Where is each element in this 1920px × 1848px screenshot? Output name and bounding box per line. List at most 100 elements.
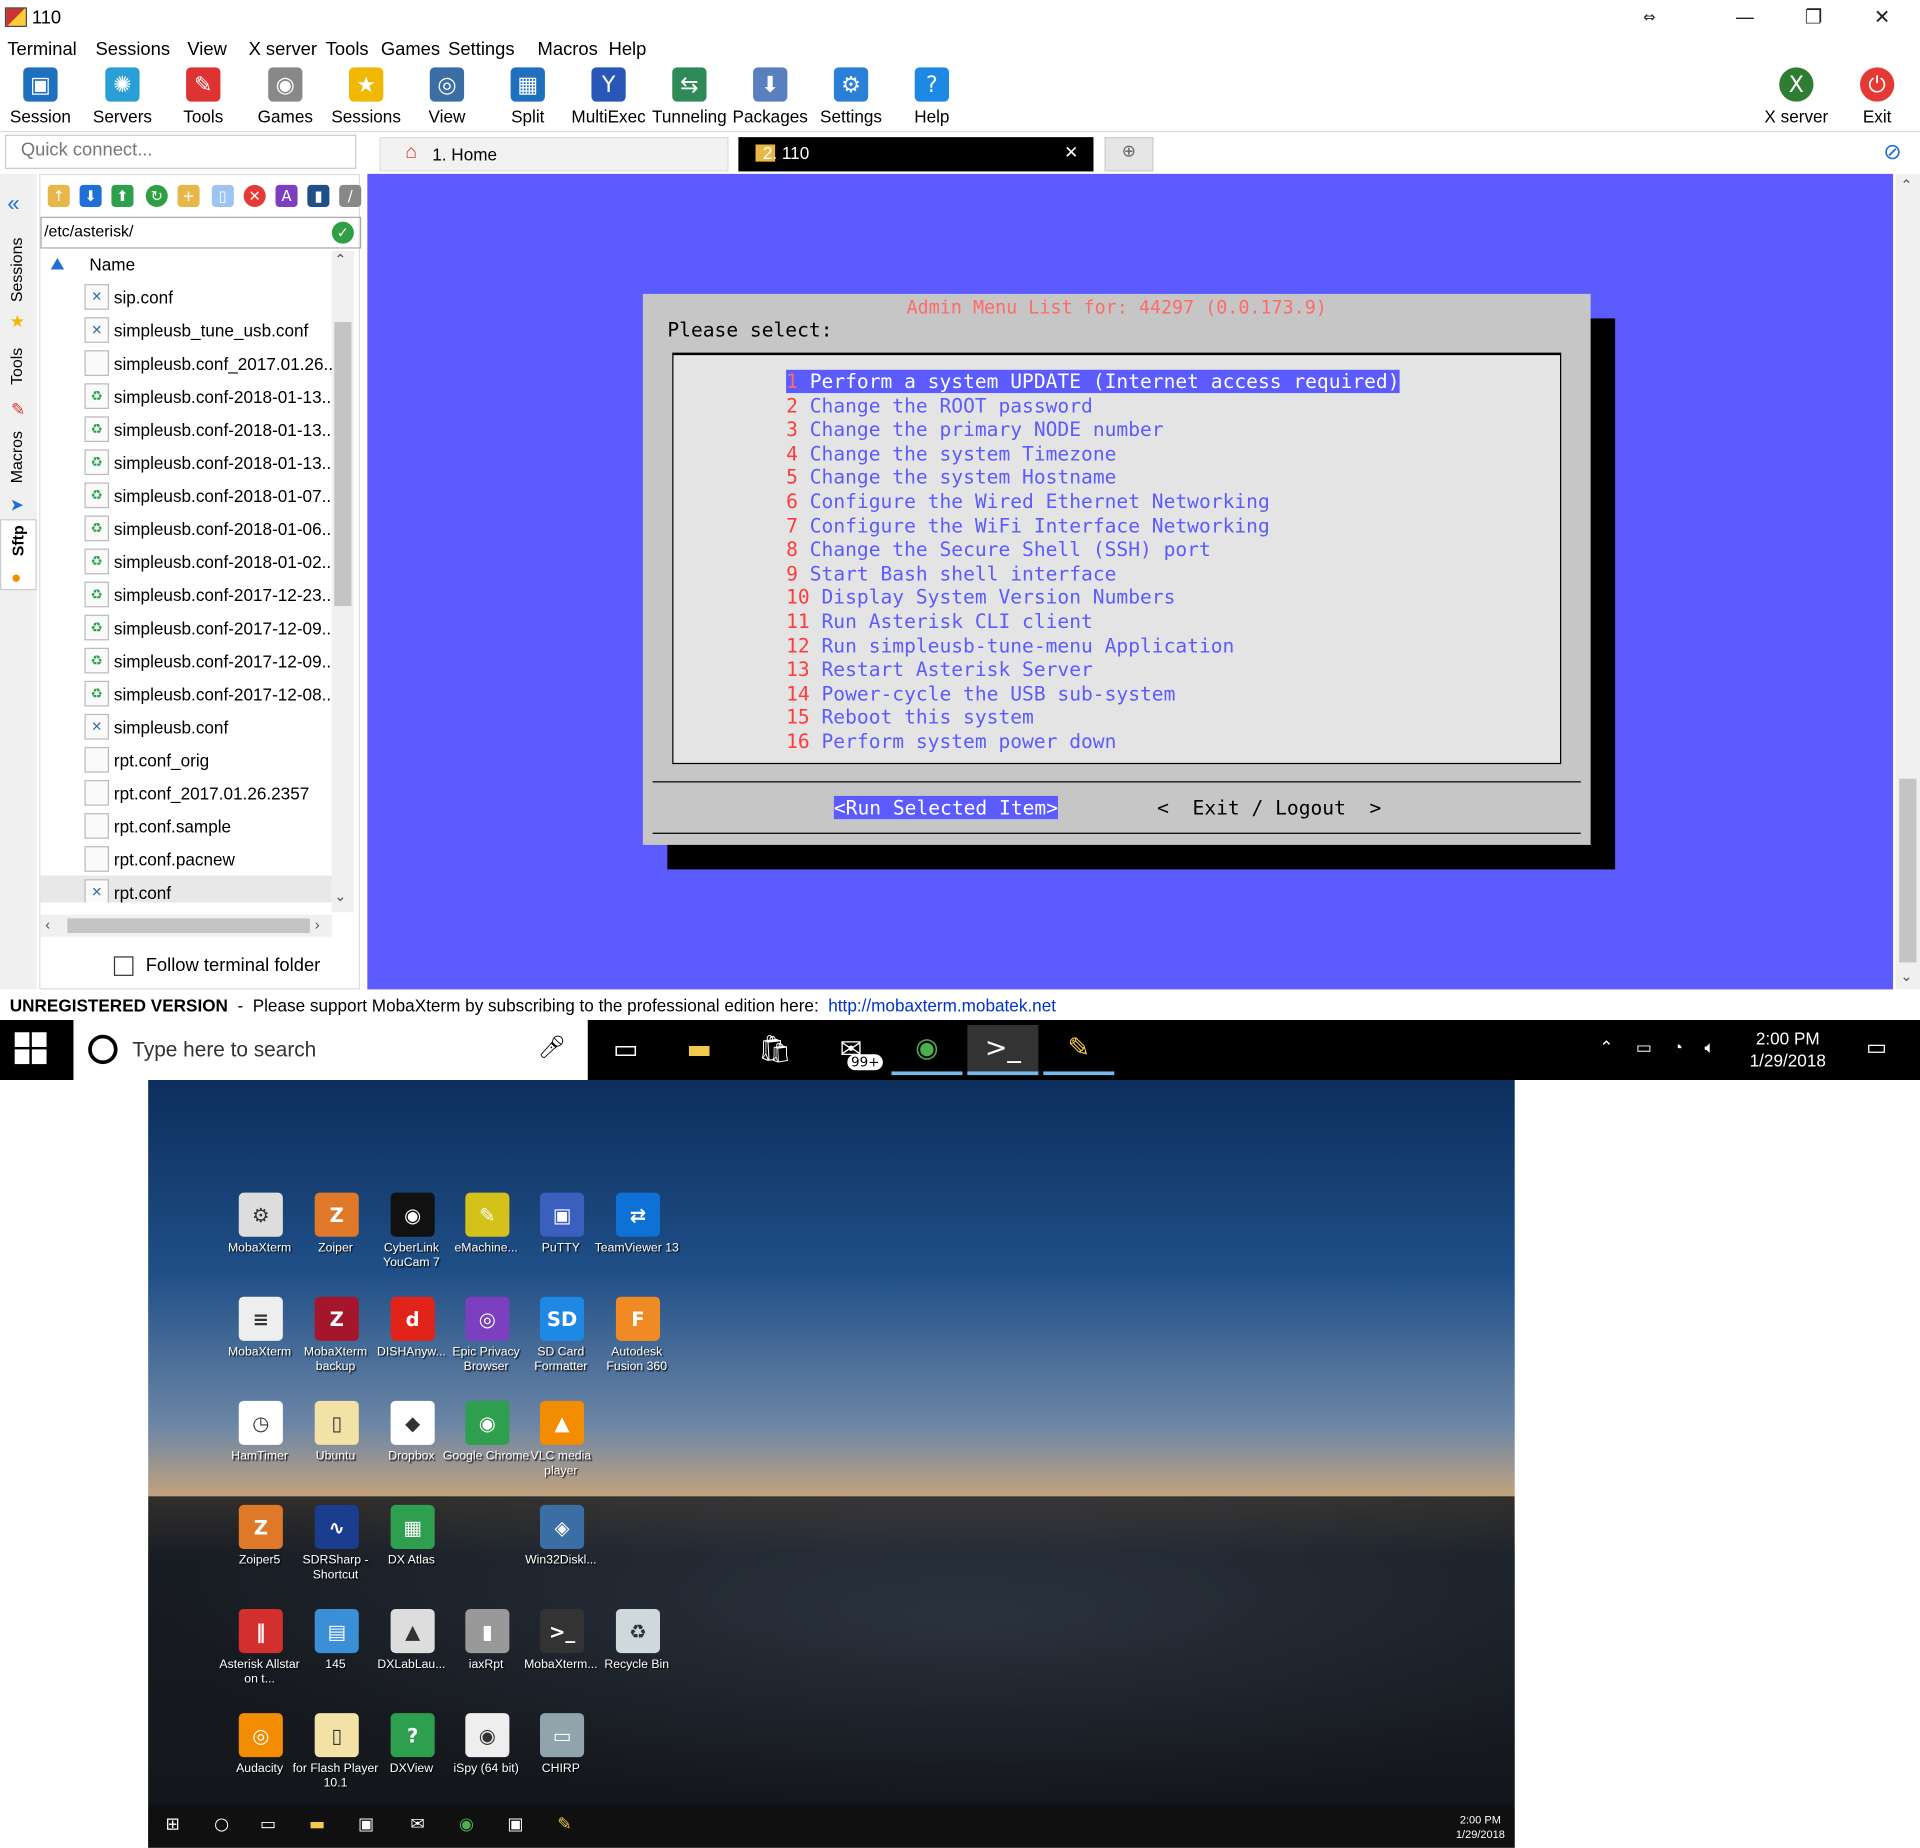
sftp-vertical-scrollbar[interactable]: ⌃ ⌄ <box>331 251 354 913</box>
file-row[interactable]: ♻ simpleusb.conf-2018-01-13.... <box>40 446 332 479</box>
file-row[interactable]: simpleusb.conf_2017.01.26.... <box>40 347 332 380</box>
chrome-icon[interactable]: ◉ <box>891 1025 963 1076</box>
new-folder-icon[interactable]: + <box>177 184 200 207</box>
side-tab-sftp[interactable]: Sftp ● <box>0 519 37 591</box>
hscroll-thumb[interactable] <box>67 918 310 934</box>
toolbar-tools-button[interactable]: ✎ Tools <box>163 64 244 133</box>
desktop-icon[interactable]: F Autodesk Fusion 360 <box>599 1292 675 1390</box>
menu-help[interactable]: Help <box>609 39 647 60</box>
desktop-icon[interactable]: ▣ PuTTY <box>523 1188 599 1286</box>
path-ok-icon[interactable]: ✓ <box>331 221 354 244</box>
terminal-view[interactable]: Admin Menu List for: 44297 (0.0.173.9) P… <box>367 173 1894 990</box>
desktop-icon[interactable]: ▤ 145 <box>298 1604 374 1702</box>
desktop-icon[interactable]: ‖ Asterisk Allstar on t... <box>219 1604 300 1702</box>
file-row[interactable]: ♻ simpleusb.conf-2017-12-08.... <box>40 677 332 710</box>
download-icon[interactable]: ⬇ <box>79 184 102 207</box>
new-file-icon[interactable]: ▯ <box>211 184 234 207</box>
wifi-icon[interactable]: ◔ <box>1673 1037 1683 1057</box>
tab-home[interactable]: ⌂ 1. Home <box>379 137 729 172</box>
toolbar-packages-button[interactable]: ⬇ Packages <box>730 64 811 133</box>
desktop-icon[interactable]: ▯ for Flash Player 10.1 <box>293 1708 378 1806</box>
mobatek-link[interactable]: http://mobaxterm.mobatek.net <box>828 996 1056 1016</box>
menu-item-15[interactable]: 15 Reboot this system <box>786 706 1034 729</box>
file-row[interactable]: rpt.conf_orig <box>40 743 331 776</box>
file-row[interactable]: ♻ simpleusb.conf-2017-12-23.... <box>40 578 332 611</box>
desktop-icon[interactable]: ⇄ TeamViewer 13 <box>595 1188 679 1286</box>
toolbar-servers-button[interactable]: ✺ Servers <box>82 64 163 133</box>
minimize-button[interactable]: — <box>1714 0 1775 37</box>
menu-item-7[interactable]: 7 Configure the WiFi Interface Networkin… <box>786 514 1270 537</box>
file-row[interactable]: ♻ simpleusb.conf-2018-01-13.... <box>40 413 332 446</box>
menu-item-1[interactable]: 1 Perform a system UPDATE (Internet acce… <box>786 369 1400 394</box>
scroll-left-icon[interactable]: ‹ <box>45 916 50 933</box>
mobaxterm-taskbar-icon[interactable]: >_ <box>967 1024 1039 1076</box>
mini-explorer-icon[interactable]: ▬ <box>305 1815 329 1839</box>
menu-x-server[interactable]: X server <box>249 39 317 60</box>
desktop-icon[interactable]: ∿ SDRSharp - Shortcut <box>298 1500 374 1598</box>
microphone-icon[interactable]: 🎤︎ <box>538 1035 566 1061</box>
menu-macros[interactable]: Macros <box>538 39 598 60</box>
desktop-icon[interactable]: ◉ iSpy (64 bit) <box>448 1708 524 1806</box>
collapse-chevrons-icon[interactable]: « <box>7 191 19 217</box>
menu-item-14[interactable]: 14 Power-cycle the USB sub-system <box>786 682 1175 705</box>
store-icon[interactable]: 🛍︎ <box>740 1025 811 1075</box>
menu-item-4[interactable]: 4 Change the system Timezone <box>786 442 1116 465</box>
mini-chrome-icon[interactable]: ◉ <box>454 1815 478 1839</box>
file-row[interactable]: rpt.conf_2017.01.26.2357 <box>40 776 331 809</box>
desktop-icon[interactable]: ◆ Dropbox <box>373 1396 449 1494</box>
exit-logout-button[interactable]: < Exit / Logout > <box>1157 796 1381 819</box>
desktop-icon[interactable]: ♻ Recycle Bin <box>599 1604 675 1702</box>
desktop-icon[interactable]: Z Zoiper5 <box>222 1500 298 1598</box>
file-column-header[interactable]: ⛰ Name <box>40 251 331 278</box>
toolbar-help-button[interactable]: ? Help <box>891 64 972 133</box>
toolbar-games-button[interactable]: ◉ Games <box>245 64 326 133</box>
task-view-icon[interactable]: ▭ <box>590 1025 661 1075</box>
menu-terminal[interactable]: Terminal <box>7 39 76 60</box>
menu-item-2[interactable]: 2 Change the ROOT password <box>786 394 1093 417</box>
checkbox-box[interactable] <box>113 956 134 976</box>
desktop-icon[interactable]: ◈ Win32Diskl... <box>523 1500 599 1598</box>
file-row[interactable]: ♻ simpleusb.conf-2018-01-07.... <box>40 479 332 512</box>
file-row[interactable]: ♻ simpleusb.conf-2017-12-09.... <box>40 611 332 644</box>
mini-start-icon[interactable]: ⊞ <box>160 1815 184 1839</box>
resize-arrows-icon[interactable]: ⇔ <box>1619 0 1680 37</box>
tab-close-icon[interactable]: ✕ <box>1064 142 1078 163</box>
desktop-icon[interactable]: SD SD Card Formatter <box>523 1292 599 1390</box>
scroll-down-icon[interactable]: ⌄ <box>334 888 346 905</box>
delete-icon[interactable]: ✕ <box>243 184 266 207</box>
quick-connect-input[interactable]: Quick connect... <box>4 134 357 169</box>
mini-mobaxterm-icon[interactable]: ▣ <box>503 1815 527 1839</box>
desktop-icon[interactable]: ◎ Epic Privacy Browser <box>448 1292 524 1390</box>
upload-icon[interactable]: ⬆ <box>111 184 134 207</box>
permissions-icon[interactable]: ▮ <box>307 184 330 207</box>
desktop-icon[interactable]: Z Zoiper <box>298 1188 374 1286</box>
desktop-icon[interactable]: ◎ Audacity <box>222 1708 298 1806</box>
desktop-icon[interactable]: ? DXView <box>373 1708 449 1806</box>
refresh-icon[interactable]: ↻ <box>145 184 168 207</box>
menu-item-12[interactable]: 12 Run simpleusb-tune-menu Application <box>786 634 1234 657</box>
side-tab-macros[interactable]: Macros ➤ <box>0 426 37 517</box>
scroll-up-icon[interactable]: ⌃ <box>1900 176 1912 193</box>
toolbar-settings-button[interactable]: ⚙ Settings <box>811 64 892 133</box>
mini-mail-icon[interactable]: ✉ <box>405 1815 429 1839</box>
toolbar-x-server-button[interactable]: XX server <box>1756 64 1837 133</box>
mail-icon[interactable]: ✉ 99+ <box>816 1025 887 1075</box>
desktop-icon[interactable]: Z MobaXterm backup <box>298 1292 374 1390</box>
run-selected-item-button[interactable]: <Run Selected Item> <box>833 795 1059 820</box>
scroll-up-icon[interactable]: ⌃ <box>334 251 346 268</box>
new-tab-button[interactable]: ⊕ <box>1104 137 1154 172</box>
toolbar-exit-button[interactable]: ⏻ Exit <box>1837 64 1918 133</box>
scroll-down-icon[interactable]: ⌄ <box>1900 967 1912 984</box>
desktop-icon[interactable]: ◉ Google Chrome <box>443 1396 529 1494</box>
windows-start-icon[interactable] <box>14 1032 47 1065</box>
desktop-icon[interactable]: ▦ DX Atlas <box>373 1500 449 1598</box>
menu-item-6[interactable]: 6 Configure the Wired Ethernet Networkin… <box>786 490 1270 513</box>
file-row[interactable]: ♻ simpleusb.conf-2018-01-06.... <box>40 512 332 545</box>
tab-110[interactable]: 2. 110 ✕ <box>738 137 1094 172</box>
menu-item-10[interactable]: 10 Display System Version Numbers <box>786 586 1175 609</box>
up-folder-icon[interactable]: ⛰ <box>50 253 74 273</box>
sftp-horizontal-scrollbar[interactable]: ‹ › <box>40 914 332 937</box>
desktop-icon[interactable]: ◉ CyberLink YouCam 7 <box>373 1188 449 1286</box>
mini-store-icon[interactable]: ▣ <box>354 1815 378 1839</box>
notepad-taskbar-icon[interactable]: ✎ <box>1043 1025 1115 1076</box>
